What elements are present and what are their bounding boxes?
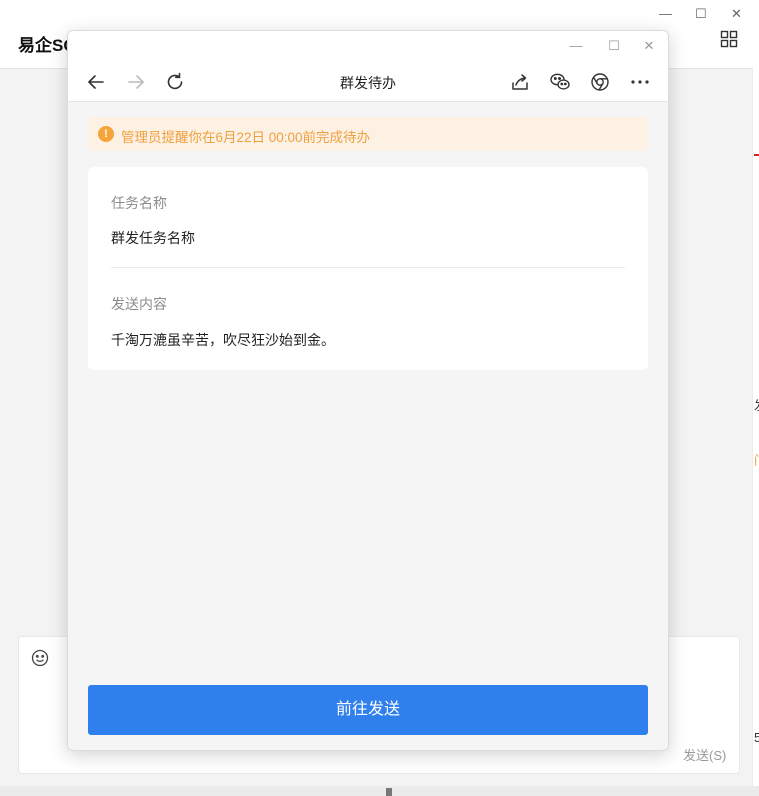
background-right-panel: 发 门 5 (752, 68, 759, 796)
go-send-button[interactable]: 前往发送 (88, 685, 648, 735)
reminder-notice: ! 管理员提醒你在6月22日 00:00前完成待办 (88, 117, 648, 151)
warning-icon: ! (98, 126, 114, 142)
background-minimize-button[interactable]: — (659, 6, 672, 21)
emoji-icon[interactable] (31, 649, 49, 672)
task-detail-card: 任务名称 群发任务名称 发送内容 千淘万漉虽辛苦，吹尽狂沙始到金。 (88, 167, 648, 370)
background-maximize-button[interactable]: ☐ (695, 6, 707, 22)
task-name-label: 任务名称 (111, 195, 167, 211)
background-scrollbar[interactable] (0, 786, 759, 796)
mass-todo-popup: — ☐ ✕ 群发待办 ! 管理员提醒你在6月22日 00:00前完成待办 任务名… (67, 30, 669, 751)
send-button[interactable]: 发送(S) (683, 745, 726, 764)
wechat-icon[interactable] (549, 71, 571, 93)
background-accent-line (754, 154, 759, 156)
popup-minimize-button[interactable]: — (564, 35, 588, 57)
send-content-label: 发送内容 (111, 296, 167, 312)
background-edge-fragment: 门 (754, 450, 759, 469)
popup-maximize-button[interactable]: ☐ (602, 35, 626, 57)
grid-icon[interactable] (720, 30, 738, 53)
send-content-value: 千淘万漉虽辛苦，吹尽狂沙始到金。 (111, 332, 335, 348)
share-icon[interactable] (509, 71, 531, 93)
background-edge-fragment: 5 (754, 730, 759, 745)
popup-title: 群发待办 (340, 75, 396, 91)
background-edge-fragment: 发 (754, 395, 759, 414)
scrollbar-thumb[interactable] (386, 788, 392, 796)
popup-toolbar: — ☐ ✕ 群发待办 (68, 31, 668, 102)
background-close-button[interactable]: ✕ (731, 6, 742, 22)
more-options-icon[interactable] (629, 71, 651, 93)
field-divider (111, 267, 625, 268)
chrome-browser-icon[interactable] (589, 71, 611, 93)
reminder-text: 管理员提醒你在6月22日 00:00前完成待办 (121, 130, 371, 145)
popup-close-button[interactable]: ✕ (637, 35, 661, 57)
task-name-value: 群发任务名称 (111, 230, 195, 246)
